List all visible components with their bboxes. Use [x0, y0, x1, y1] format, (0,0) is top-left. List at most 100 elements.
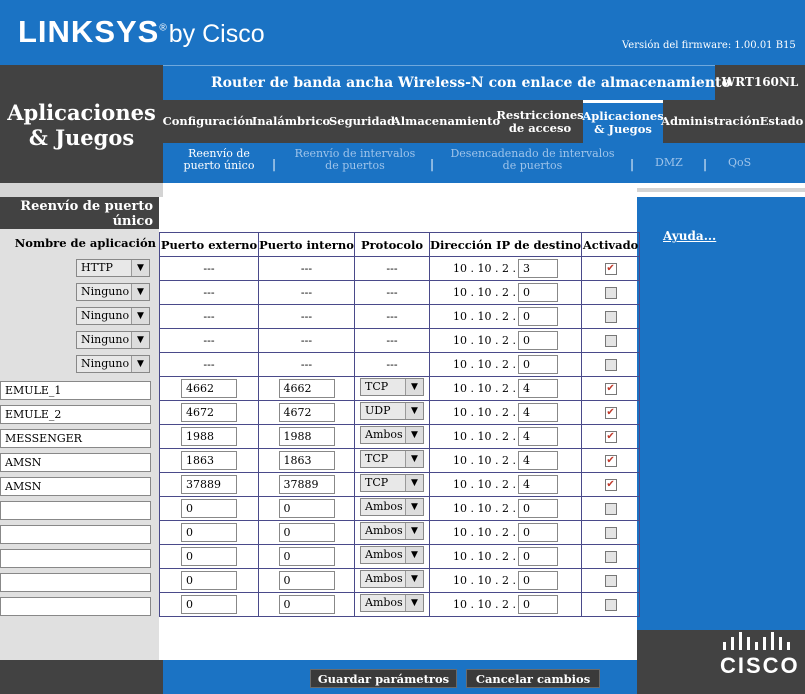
- application-name-input[interactable]: [0, 597, 151, 616]
- tab-administracion[interactable]: Administración: [661, 100, 760, 143]
- subtab-dmz[interactable]: DMZ: [655, 157, 683, 169]
- ip-last-octet-input[interactable]: 0: [518, 547, 559, 566]
- internal-port-input[interactable]: 0: [278, 523, 335, 542]
- subtab-separator: |: [272, 157, 277, 171]
- internal-port-input[interactable]: 0: [278, 571, 335, 590]
- protocol-value: Ambos: [365, 572, 403, 585]
- enabled-checkbox[interactable]: ✔: [604, 455, 617, 467]
- external-port-input[interactable]: 0: [181, 523, 237, 542]
- application-select[interactable]: HTTP ▼: [76, 259, 150, 277]
- ip-last-octet-input[interactable]: 0: [518, 523, 559, 542]
- external-port-input[interactable]: 37889: [181, 475, 237, 494]
- enabled-checkbox[interactable]: [604, 551, 617, 563]
- application-name-input[interactable]: AMSN: [0, 453, 151, 472]
- tab-restricciones[interactable]: Restricciones de acceso: [496, 100, 583, 143]
- tab-inalambrico[interactable]: Inalámbrico: [252, 100, 330, 143]
- external-port-input[interactable]: 1863: [181, 451, 237, 470]
- internal-port-input[interactable]: 4672: [278, 403, 335, 422]
- enabled-checkbox[interactable]: ✔: [604, 431, 617, 443]
- ip-last-octet-input[interactable]: 4: [518, 451, 559, 470]
- enabled-checkbox[interactable]: [604, 599, 617, 611]
- tab-almacenamiento[interactable]: Almacenamiento: [392, 100, 500, 143]
- enabled-checkbox[interactable]: [604, 335, 617, 347]
- ip-last-octet-input[interactable]: 4: [518, 403, 559, 422]
- enabled-checkbox[interactable]: ✔: [604, 479, 617, 491]
- protocol-select[interactable]: Ambos ▼: [360, 426, 424, 444]
- external-port-input[interactable]: 1988: [181, 427, 237, 446]
- internal-port-input[interactable]: 1988: [278, 427, 335, 446]
- protocol-select[interactable]: TCP ▼: [360, 474, 424, 492]
- external-port-input[interactable]: 0: [181, 595, 237, 614]
- protocol-select[interactable]: UDP ▼: [360, 402, 424, 420]
- chevron-down-icon: ▼: [405, 475, 423, 491]
- subtab-reenvio-puerto-unico[interactable]: Reenvío de puerto único: [180, 148, 258, 172]
- external-port-input[interactable]: 4672: [181, 403, 237, 422]
- external-port-input[interactable]: 0: [181, 571, 237, 590]
- internal-port-input[interactable]: 0: [278, 499, 335, 518]
- protocol-select[interactable]: Ambos ▼: [360, 498, 424, 516]
- ip-last-octet-input[interactable]: 0: [518, 571, 559, 590]
- subtab-qos[interactable]: QoS: [728, 157, 751, 169]
- application-select[interactable]: Ninguno ▼: [76, 355, 150, 373]
- internal-port-input[interactable]: 1863: [278, 451, 335, 470]
- enabled-checkbox[interactable]: ✔: [604, 383, 617, 395]
- protocol-select[interactable]: Ambos ▼: [360, 594, 424, 612]
- internal-port-input[interactable]: 37889: [278, 475, 335, 494]
- ip-prefix: 10 . 10 . 2 .: [453, 262, 517, 275]
- application-name-input[interactable]: EMULE_1: [0, 381, 151, 400]
- ip-last-octet-input[interactable]: 4: [518, 379, 559, 398]
- application-name-input[interactable]: EMULE_2: [0, 405, 151, 424]
- tab-configuracion[interactable]: Configuración: [163, 100, 254, 143]
- internal-port-input[interactable]: 0: [278, 547, 335, 566]
- help-link[interactable]: Ayuda...: [663, 229, 716, 243]
- tab-aplicaciones-juegos[interactable]: Aplicaciones & Juegos: [582, 100, 664, 143]
- enabled-checkbox[interactable]: [604, 575, 617, 587]
- ip-last-octet-input[interactable]: 0: [518, 307, 559, 326]
- ip-last-octet-input[interactable]: 3: [518, 259, 559, 278]
- application-name-input[interactable]: [0, 573, 151, 592]
- protocol-value: Ambos: [365, 524, 403, 537]
- subsection-title: Reenvío de puerto único: [0, 197, 163, 229]
- subtab-reenvio-intervalos[interactable]: Reenvío de intervalos de puertos: [290, 148, 420, 172]
- table-row: --- --- --- 10 . 10 . 2 .0: [159, 328, 641, 353]
- application-name-input[interactable]: MESSENGER: [0, 429, 151, 448]
- application-select[interactable]: Ninguno ▼: [76, 283, 150, 301]
- protocol-select[interactable]: TCP ▼: [360, 450, 424, 468]
- tab-seguridad[interactable]: Seguridad: [329, 100, 395, 143]
- application-name-input[interactable]: [0, 501, 151, 520]
- application-name-input[interactable]: [0, 525, 151, 544]
- save-button[interactable]: Guardar parámetros: [310, 669, 457, 688]
- external-port-input[interactable]: 0: [181, 547, 237, 566]
- protocol-value: TCP: [365, 380, 389, 393]
- enabled-checkbox[interactable]: [604, 503, 617, 515]
- internal-port-input[interactable]: 0: [278, 595, 335, 614]
- enabled-checkbox[interactable]: [604, 359, 617, 371]
- enabled-checkbox[interactable]: [604, 287, 617, 299]
- cancel-button[interactable]: Cancelar cambios: [466, 669, 600, 688]
- ip-last-octet-input[interactable]: 0: [518, 283, 559, 302]
- external-port-input[interactable]: 4662: [181, 379, 237, 398]
- enabled-checkbox[interactable]: ✔: [604, 263, 617, 275]
- ip-last-octet-input[interactable]: 0: [518, 355, 559, 374]
- ip-last-octet-input[interactable]: 0: [518, 331, 559, 350]
- protocol-select[interactable]: TCP ▼: [360, 378, 424, 396]
- tab-estado[interactable]: Estado: [758, 100, 805, 143]
- ip-prefix: 10 . 10 . 2 .: [453, 382, 517, 395]
- protocol-select[interactable]: Ambos ▼: [360, 546, 424, 564]
- subtab-desencadenado[interactable]: Desencadenado de intervalos de puertos: [450, 148, 615, 172]
- enabled-checkbox[interactable]: ✔: [604, 407, 617, 419]
- application-name-input[interactable]: [0, 549, 151, 568]
- protocol-select[interactable]: Ambos ▼: [360, 522, 424, 540]
- application-select[interactable]: Ninguno ▼: [76, 307, 150, 325]
- ip-last-octet-input[interactable]: 0: [518, 595, 559, 614]
- ip-last-octet-input[interactable]: 0: [518, 499, 559, 518]
- ip-last-octet-input[interactable]: 4: [518, 427, 559, 446]
- application-name-input[interactable]: AMSN: [0, 477, 151, 496]
- internal-port-input[interactable]: 4662: [278, 379, 335, 398]
- ip-last-octet-input[interactable]: 4: [518, 475, 559, 494]
- protocol-select[interactable]: Ambos ▼: [360, 570, 424, 588]
- application-select[interactable]: Ninguno ▼: [76, 331, 150, 349]
- enabled-checkbox[interactable]: [604, 311, 617, 323]
- enabled-checkbox[interactable]: [604, 527, 617, 539]
- external-port-input[interactable]: 0: [181, 499, 237, 518]
